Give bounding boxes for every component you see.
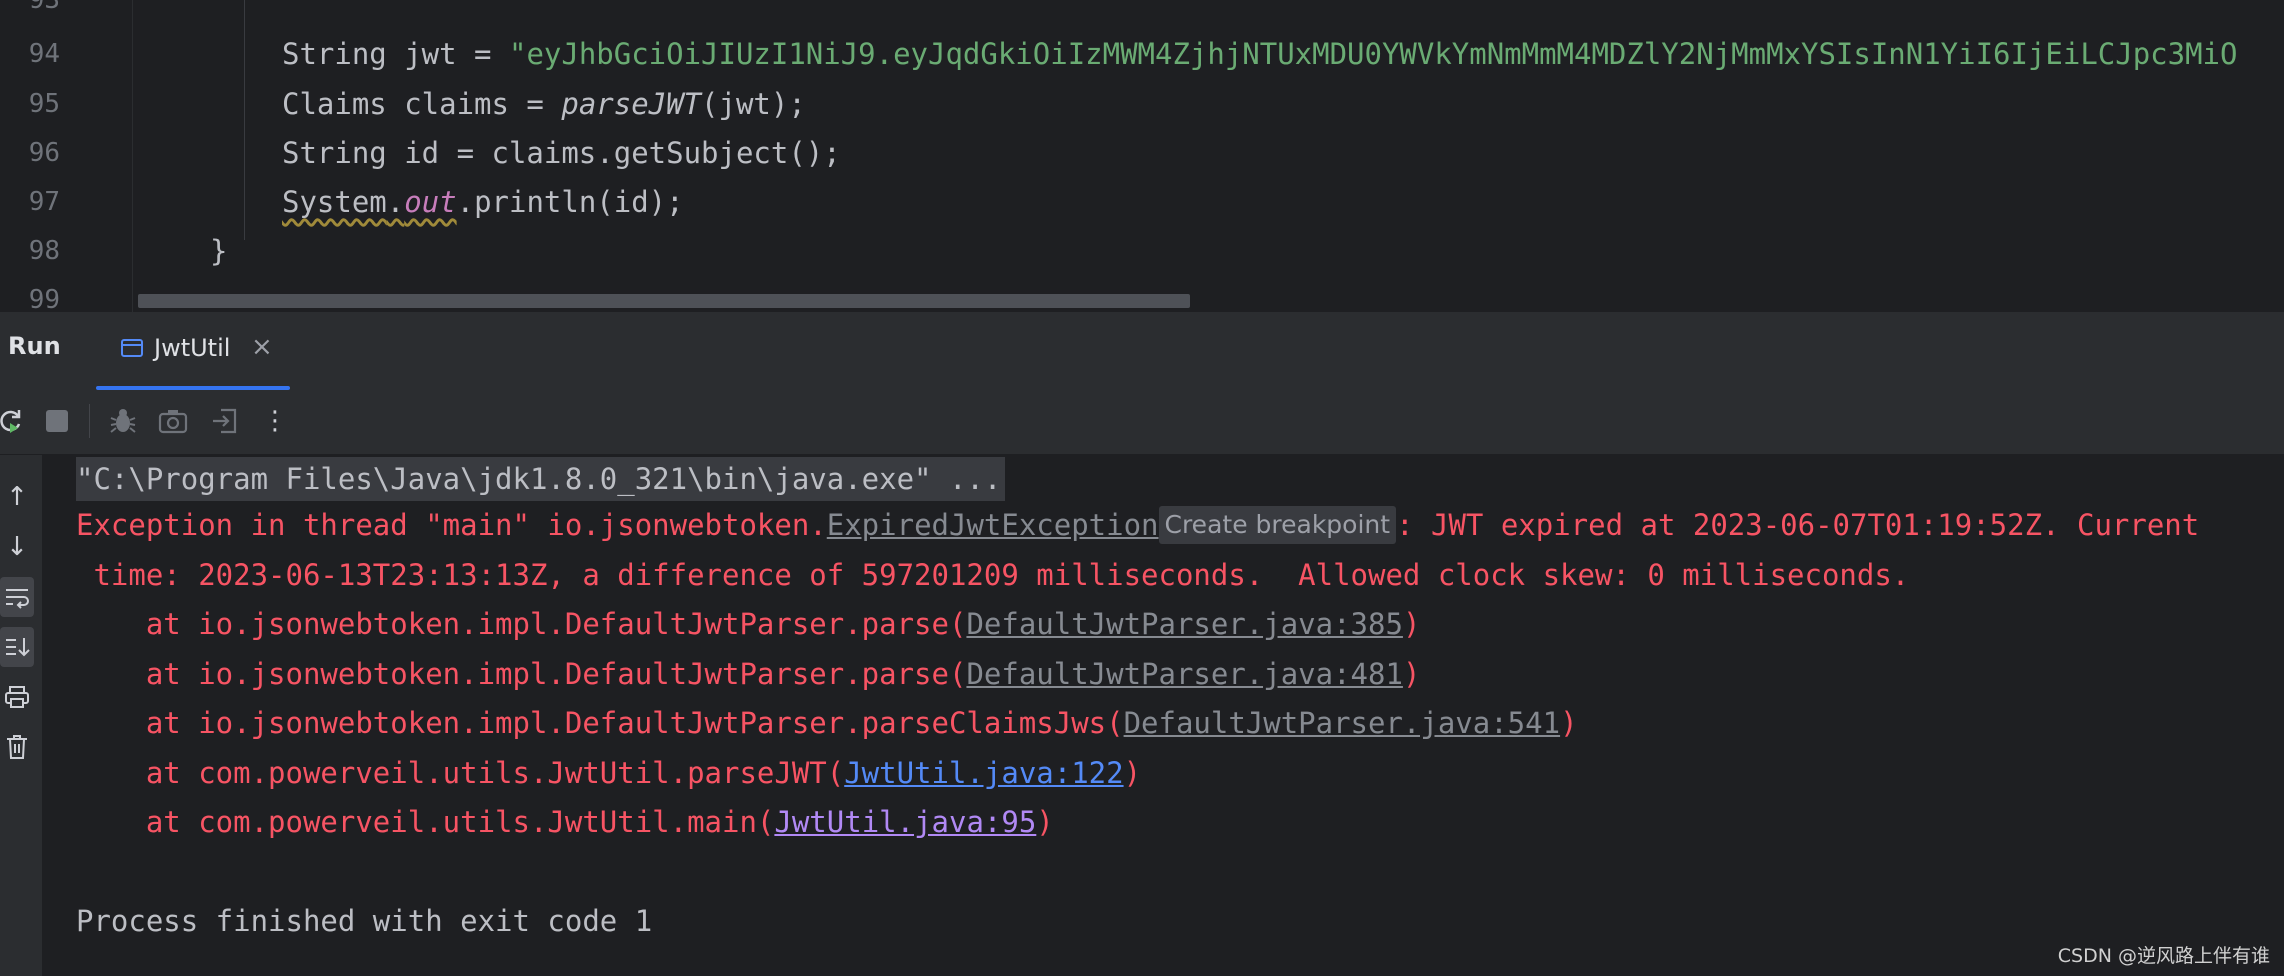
exception-prefix: Exception in thread "main" io.jsonwebtok… bbox=[76, 508, 827, 542]
stack-frame-text: ) bbox=[1123, 756, 1142, 790]
run-panel-title: Run bbox=[8, 332, 61, 360]
code-line-95[interactable]: Claims claims = parseJWT(jwt); bbox=[282, 80, 806, 129]
print-icon[interactable] bbox=[0, 677, 34, 717]
console-icon bbox=[121, 339, 143, 357]
camera-icon[interactable] bbox=[156, 404, 190, 438]
exception-class-link[interactable]: ExpiredJwtException bbox=[827, 508, 1159, 542]
stack-frame: at com.powerveil.utils.JwtUtil.parseJWT(… bbox=[76, 751, 1141, 795]
exception-message: : JWT expired at 2023-06-07T01:19:52Z. C… bbox=[1396, 508, 2200, 542]
up-arrow-icon[interactable]: ↑ bbox=[0, 477, 34, 517]
code-token: String jwt = bbox=[282, 37, 509, 71]
exception-line: Exception in thread "main" io.jsonwebtok… bbox=[76, 503, 2199, 547]
line-number: 93 bbox=[28, 0, 60, 15]
class-ref: System bbox=[282, 185, 387, 219]
stack-frame: at io.jsonwebtoken.impl.DefaultJwtParser… bbox=[76, 652, 1421, 696]
string-literal: "eyJhbGciOiJIUzI1NiJ9.eyJqdGkiOiIzMWM4Zj… bbox=[508, 37, 2238, 71]
code-token: (jwt); bbox=[701, 87, 806, 121]
console-output[interactable]: "C:\Program Files\Java\jdk1.8.0_321\bin\… bbox=[42, 455, 2284, 976]
code-token: Claims claims = bbox=[282, 87, 562, 121]
code-line-96[interactable]: String id = claims.getSubject(); bbox=[282, 129, 841, 178]
horizontal-scrollbar[interactable] bbox=[138, 294, 1190, 308]
tab-label: JwtUtil bbox=[154, 334, 231, 362]
code-token: . bbox=[386, 185, 405, 219]
down-arrow-icon[interactable]: ↓ bbox=[0, 527, 34, 567]
create-breakpoint-button[interactable]: Create breakpoint bbox=[1158, 506, 1397, 544]
stack-frame-text: ) bbox=[1402, 607, 1421, 641]
java-command-line[interactable]: "C:\Program Files\Java\jdk1.8.0_321\bin\… bbox=[76, 457, 1006, 501]
stack-frame-text: at io.jsonwebtoken.impl.DefaultJwtParser… bbox=[76, 706, 1124, 740]
code-line-94[interactable]: String jwt = "eyJhbGciOiJIUzI1NiJ9.eyJqd… bbox=[282, 30, 2237, 79]
code-line-98[interactable]: } bbox=[210, 227, 227, 276]
scroll-to-end-icon[interactable] bbox=[0, 627, 34, 667]
close-icon[interactable]: × bbox=[251, 332, 273, 362]
run-toolbar: ⋮ bbox=[0, 390, 2284, 455]
line-number: 99 bbox=[28, 285, 60, 312]
line-number: 95 bbox=[28, 89, 60, 119]
debug-icon[interactable] bbox=[106, 404, 140, 438]
stack-frame-text: ) bbox=[1402, 657, 1421, 691]
more-icon[interactable]: ⋮ bbox=[258, 404, 292, 438]
rerun-icon[interactable] bbox=[0, 404, 28, 438]
stack-frame-text: at com.powerveil.utils.JwtUtil.parseJWT( bbox=[76, 756, 845, 790]
stack-frame: at com.powerveil.utils.JwtUtil.main(JwtU… bbox=[76, 800, 1054, 844]
trash-icon[interactable] bbox=[0, 727, 34, 767]
stack-frame-link[interactable]: JwtUtil.java:95 bbox=[774, 805, 1036, 839]
line-number-gutter: 93 94 95 96 97 98 99 bbox=[0, 0, 133, 312]
stack-frame-text: at com.powerveil.utils.JwtUtil.main( bbox=[76, 805, 775, 839]
exception-continuation: time: 2023-06-13T23:13:13Z, a difference… bbox=[76, 558, 1910, 592]
toolbar-separator bbox=[89, 404, 90, 438]
stack-frame-link[interactable]: DefaultJwtParser.java:385 bbox=[966, 607, 1403, 641]
stack-frame-link[interactable]: JwtUtil.java:122 bbox=[844, 756, 1123, 790]
stack-frame-text: at io.jsonwebtoken.impl.DefaultJwtParser… bbox=[76, 607, 967, 641]
tab-jwtutil[interactable]: JwtUtil × bbox=[96, 312, 290, 390]
line-number: 96 bbox=[28, 138, 60, 168]
process-finished-line: Process finished with exit code 1 bbox=[76, 904, 653, 938]
line-number: 98 bbox=[28, 236, 60, 266]
exit-icon[interactable] bbox=[208, 404, 242, 438]
indent-guide bbox=[244, 0, 245, 240]
watermark: CSDN @逆风路上伴有谁 bbox=[2057, 945, 2270, 967]
stack-frame-link[interactable]: DefaultJwtParser.java:541 bbox=[1124, 706, 1561, 740]
code-line-97[interactable]: System.out.println(id); bbox=[282, 178, 684, 227]
method-call: parseJWT bbox=[561, 87, 702, 121]
code-token: .println(id); bbox=[456, 185, 684, 219]
stack-frame-text: ) bbox=[1560, 706, 1578, 740]
stack-frame-link[interactable]: DefaultJwtParser.java:481 bbox=[966, 657, 1403, 691]
soft-wrap-icon[interactable] bbox=[0, 577, 34, 617]
run-tool-window-header: Run JwtUtil × bbox=[0, 312, 2284, 391]
static-field: out bbox=[404, 185, 457, 219]
stack-frame: at io.jsonwebtoken.impl.DefaultJwtParser… bbox=[76, 602, 1421, 646]
line-number: 97 bbox=[28, 187, 60, 217]
stop-icon[interactable] bbox=[40, 404, 74, 438]
stack-frame-text: ) bbox=[1036, 805, 1054, 839]
stack-frame: at io.jsonwebtoken.impl.DefaultJwtParser… bbox=[76, 701, 1578, 745]
line-number: 94 bbox=[28, 39, 60, 69]
console-side-toolbar: ↑ ↓ bbox=[0, 455, 42, 976]
code-editor[interactable]: 93 94 95 96 97 98 99 String jwt = "eyJhb… bbox=[0, 0, 2284, 312]
stack-frame-text: at io.jsonwebtoken.impl.DefaultJwtParser… bbox=[76, 657, 967, 691]
